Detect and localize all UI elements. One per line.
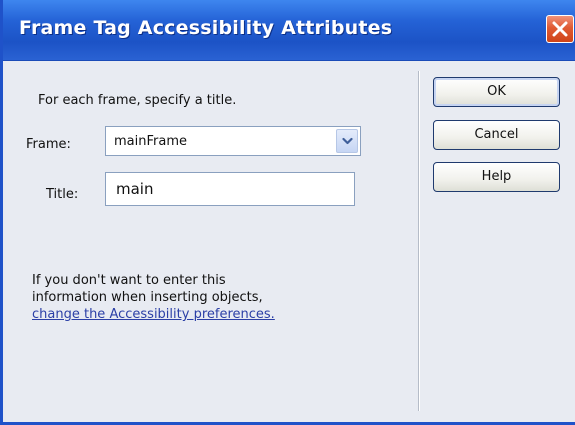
accessibility-preferences-link[interactable]: change the Accessibility preferences.: [32, 307, 275, 322]
close-button[interactable]: [546, 15, 574, 43]
info-line-1: If you don't want to enter this: [32, 273, 226, 288]
frame-select-value: mainFrame: [114, 134, 187, 149]
title-input[interactable]: [105, 172, 355, 206]
frame-label: Frame:: [26, 137, 71, 152]
frame-dropdown-button[interactable]: [336, 129, 358, 153]
help-button[interactable]: Help: [433, 162, 560, 192]
chevron-down-icon: [342, 137, 353, 145]
info-line-2: information when inserting objects,: [32, 290, 263, 305]
close-icon: [552, 21, 568, 37]
dialog-content: For each frame, specify a title. Frame: …: [6, 61, 575, 422]
instructions-text: For each frame, specify a title.: [38, 93, 237, 108]
ok-button[interactable]: OK: [433, 77, 560, 107]
cancel-button[interactable]: Cancel: [433, 120, 560, 150]
vertical-divider: [418, 71, 420, 411]
title-bar[interactable]: Frame Tag Accessibility Attributes: [3, 0, 575, 61]
title-label: Title:: [46, 187, 79, 202]
accessibility-info: If you don't want to enter this informat…: [32, 272, 352, 323]
frame-select[interactable]: mainFrame: [105, 126, 361, 156]
dialog-window: Frame Tag Accessibility Attributes For e…: [0, 0, 575, 425]
window-title: Frame Tag Accessibility Attributes: [19, 17, 393, 39]
